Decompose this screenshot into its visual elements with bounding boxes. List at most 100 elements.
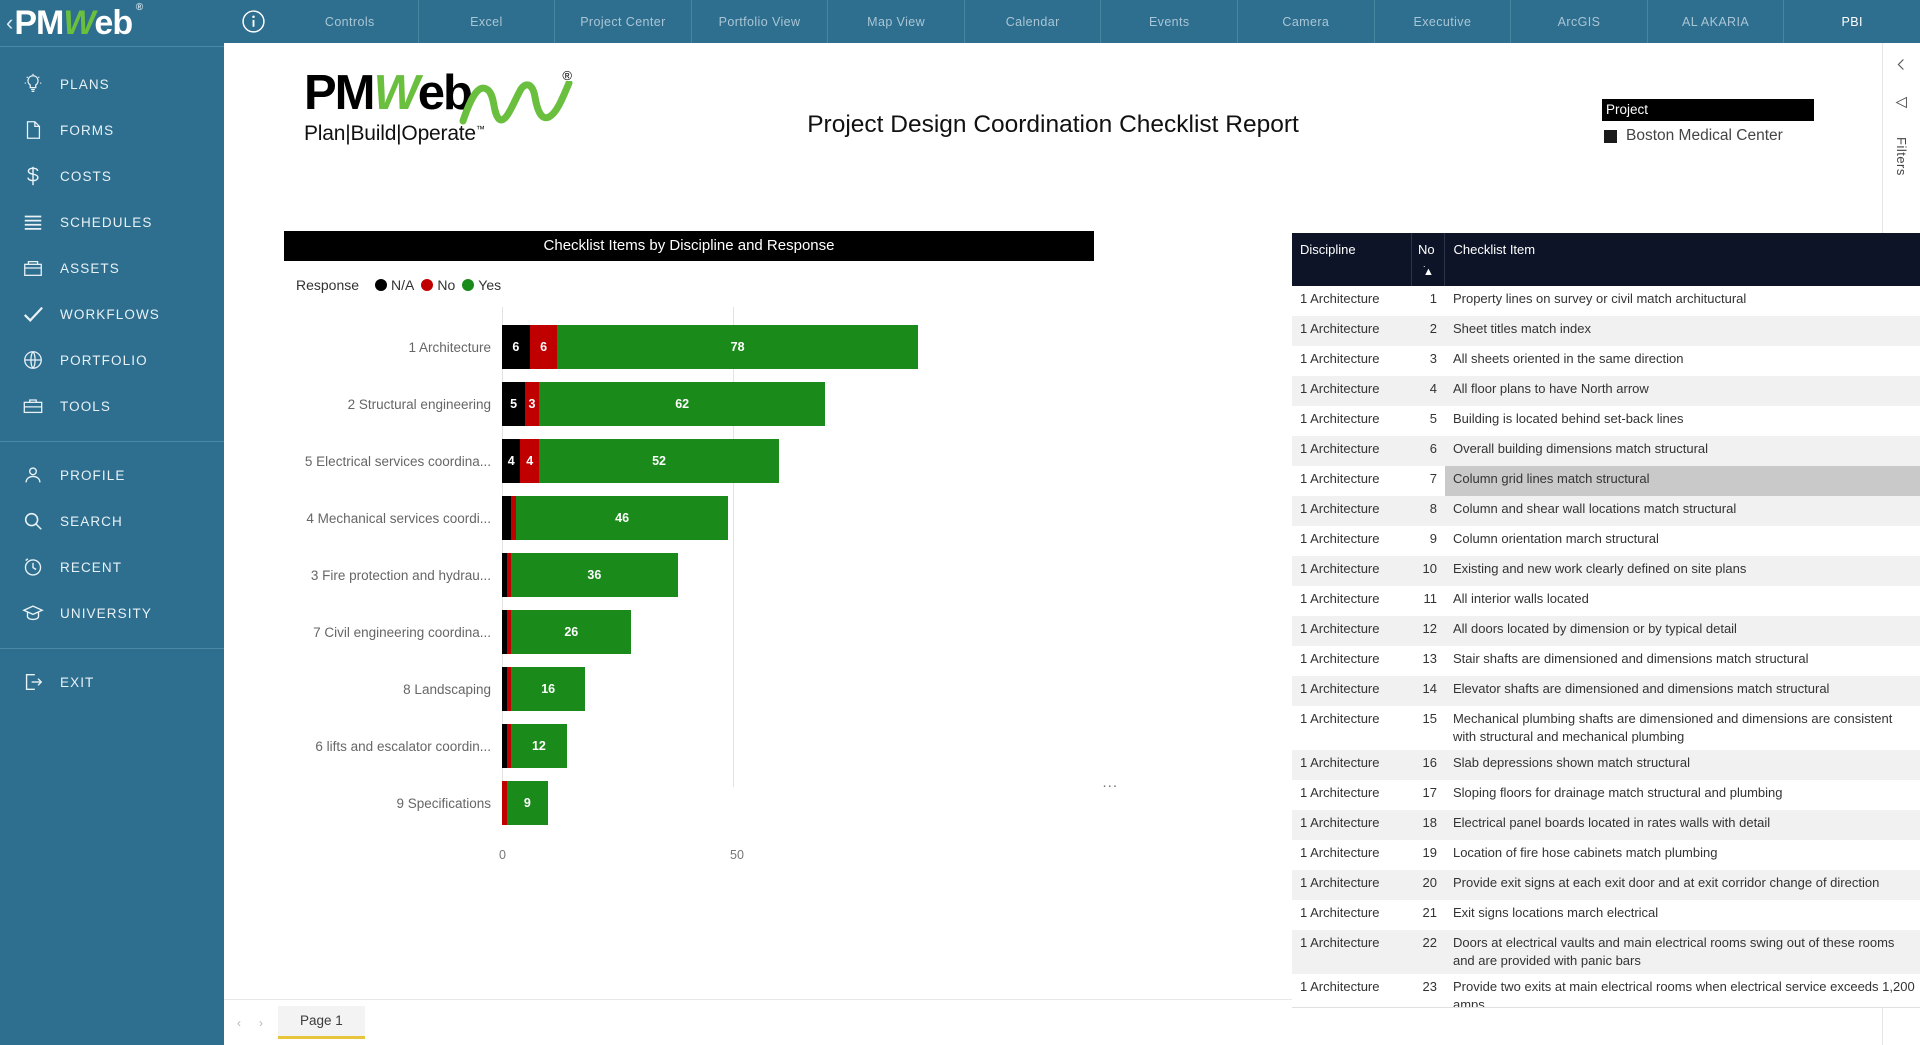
legend-item-no[interactable]: No (421, 277, 455, 293)
sidebar-item-assets[interactable]: ASSETS (0, 245, 224, 291)
table-row[interactable]: 1 Architecture9Column orientation march … (1292, 526, 1920, 556)
table-row[interactable]: 1 Architecture16Slab depressions shown m… (1292, 750, 1920, 780)
chart-stacked-bar[interactable]: 4452 (502, 439, 779, 483)
sidebar-item-tools[interactable]: TOOLS (0, 383, 224, 429)
table-row[interactable]: 1 Architecture1Property lines on survey … (1292, 286, 1920, 316)
table-row[interactable]: 1 Architecture7Column grid lines match s… (1292, 466, 1920, 496)
chart-stacked-bar[interactable]: 16 (502, 667, 585, 711)
chart-stacked-bar[interactable]: 6678 (502, 325, 918, 369)
chart-segment-yes[interactable]: 46 (516, 496, 729, 540)
table-row[interactable]: 1 Architecture10Existing and new work cl… (1292, 556, 1920, 586)
sidebar-item-profile[interactable]: PROFILE (0, 452, 224, 498)
filters-label[interactable]: Filters (1894, 137, 1909, 176)
table-row[interactable]: 1 Architecture3All sheets oriented in th… (1292, 346, 1920, 376)
table-row[interactable]: 1 Architecture21Exit signs locations mar… (1292, 900, 1920, 930)
table-row[interactable]: 1 Architecture20Provide exit signs at ea… (1292, 870, 1920, 900)
sidebar-item-university[interactable]: UNIVERSITY (0, 590, 224, 636)
sidebar-item-plans[interactable]: PLANS (0, 61, 224, 107)
chart-bar-row[interactable]: 1 Architecture6678 (284, 325, 1094, 369)
table-row[interactable]: 1 Architecture13Stair shafts are dimensi… (1292, 646, 1920, 676)
page-next-icon[interactable]: › (250, 1016, 272, 1030)
table-row[interactable]: 1 Architecture5Building is located behin… (1292, 406, 1920, 436)
sidebar-item-search[interactable]: SEARCH (0, 498, 224, 544)
chart-segment-yes[interactable]: 52 (539, 439, 779, 483)
table-row[interactable]: 1 Architecture19Location of fire hose ca… (1292, 840, 1920, 870)
column-header-checklist-item[interactable]: Checklist Item (1445, 233, 1920, 286)
column-header-no[interactable]: No .▲ (1412, 233, 1445, 286)
topnav-item-arcgis[interactable]: ArcGIS (1510, 0, 1647, 43)
sidebar-item-recent[interactable]: RECENT (0, 544, 224, 590)
chart-segment-no[interactable]: 3 (525, 382, 539, 426)
chart-bar-row[interactable]: 5 Electrical services coordina...4452 (284, 439, 1094, 483)
topnav-item-camera[interactable]: Camera (1237, 0, 1374, 43)
topnav-item-map-view[interactable]: Map View (827, 0, 964, 43)
topnav-item-excel[interactable]: Excel (418, 0, 555, 43)
table-row[interactable]: 1 Architecture6Overall building dimensio… (1292, 436, 1920, 466)
chart-segment-yes[interactable]: 26 (511, 610, 631, 654)
chart-overflow-indicator[interactable]: ... (1102, 774, 1118, 791)
sidebar-item-portfolio[interactable]: PORTFOLIO (0, 337, 224, 383)
legend-item-na[interactable]: N/A (375, 277, 414, 293)
chart-segment-yes[interactable]: 36 (511, 553, 677, 597)
table-row[interactable]: 1 Architecture22Doors at electrical vaul… (1292, 930, 1920, 974)
slicer-option-row[interactable]: Boston Medical Center (1602, 121, 1814, 145)
topnav-item-pbi[interactable]: PBI (1783, 0, 1920, 43)
chart-segment-na[interactable]: 5 (502, 382, 525, 426)
table-row[interactable]: 1 Architecture8Column and shear wall loc… (1292, 496, 1920, 526)
topnav-item-executive[interactable]: Executive (1374, 0, 1511, 43)
chart-segment-na[interactable] (502, 496, 511, 540)
topnav-item-al-akaria[interactable]: AL AKARIA (1647, 0, 1784, 43)
chart-bar-row[interactable]: 7 Civil engineering coordina...26 (284, 610, 1094, 654)
chart-segment-yes[interactable]: 12 (511, 724, 566, 768)
sidebar-collapse-icon[interactable]: ‹ (6, 12, 13, 34)
chart-bar-row[interactable]: 9 Specifications9 (284, 781, 1094, 825)
page-tab-page-1[interactable]: Page 1 (278, 1006, 365, 1039)
topnav-item-events[interactable]: Events (1100, 0, 1237, 43)
sidebar-item-workflows[interactable]: WORKFLOWS (0, 291, 224, 337)
chart-segment-yes[interactable]: 16 (511, 667, 585, 711)
chart-bar-row[interactable]: 2 Structural engineering5362 (284, 382, 1094, 426)
column-header-discipline[interactable]: Discipline (1292, 233, 1412, 286)
chart-segment-na[interactable]: 6 (502, 325, 530, 369)
topnav-item-project-center[interactable]: Project Center (554, 0, 691, 43)
brand-logo[interactable]: ‹ PMWeb ® (0, 0, 224, 46)
chart-segment-no[interactable]: 4 (520, 439, 538, 483)
chart-stacked-bar[interactable]: 9 (502, 781, 548, 825)
chart-bar-row[interactable]: 3 Fire protection and hydrau...36 (284, 553, 1094, 597)
table-row[interactable]: 1 Architecture4All floor plans to have N… (1292, 376, 1920, 406)
chart-segment-yes[interactable]: 62 (539, 382, 825, 426)
sidebar-item-schedules[interactable]: SCHEDULES (0, 199, 224, 245)
chart-stacked-bar[interactable]: 26 (502, 610, 631, 654)
table-row[interactable]: 1 Architecture15Mechanical plumbing shaf… (1292, 706, 1920, 750)
sidebar-item-forms[interactable]: FORMS (0, 107, 224, 153)
table-row[interactable]: 1 Architecture17Sloping floors for drain… (1292, 780, 1920, 810)
chart-bar-row[interactable]: 6 lifts and escalator coordin...12 (284, 724, 1094, 768)
chart-bar-row[interactable]: 4 Mechanical services coordi...46 (284, 496, 1094, 540)
chevron-left-icon[interactable] (1894, 57, 1909, 77)
chart-segment-no[interactable]: 6 (530, 325, 558, 369)
chart-stacked-bar[interactable]: 46 (502, 496, 728, 540)
chart-stacked-bar[interactable]: 36 (502, 553, 678, 597)
table-row[interactable]: 1 Architecture12All doors located by dim… (1292, 616, 1920, 646)
chart-segment-na[interactable]: 4 (502, 439, 520, 483)
chart-stacked-bar[interactable]: 12 (502, 724, 567, 768)
page-prev-icon[interactable]: ‹ (228, 1016, 250, 1030)
chart-bar-row[interactable]: 8 Landscaping16 (284, 667, 1094, 711)
table-row[interactable]: 1 Architecture18Electrical panel boards … (1292, 810, 1920, 840)
table-row[interactable]: 1 Architecture11All interior walls locat… (1292, 586, 1920, 616)
chart-segment-yes[interactable]: 78 (557, 325, 917, 369)
sidebar-item-costs[interactable]: COSTS (0, 153, 224, 199)
topnav-item-calendar[interactable]: Calendar (964, 0, 1101, 43)
topnav-item-controls[interactable]: Controls (282, 0, 418, 43)
sidebar-item-exit[interactable]: EXIT (0, 659, 224, 705)
chart-stacked-bar[interactable]: 5362 (502, 382, 825, 426)
topnav-item-portfolio-view[interactable]: Portfolio View (691, 0, 828, 43)
chart-segment-yes[interactable]: 9 (507, 781, 549, 825)
legend-item-yes[interactable]: Yes (462, 277, 501, 293)
table-row[interactable]: 1 Architecture2Sheet titles match indexY… (1292, 316, 1920, 346)
info-icon[interactable] (224, 0, 282, 43)
table-row[interactable]: 1 Architecture14Elevator shafts are dime… (1292, 676, 1920, 706)
table-row[interactable]: 1 Architecture23Provide two exits at mai… (1292, 974, 1920, 1008)
slicer-checkbox[interactable] (1604, 130, 1617, 143)
bookmark-icon[interactable] (1894, 95, 1909, 115)
